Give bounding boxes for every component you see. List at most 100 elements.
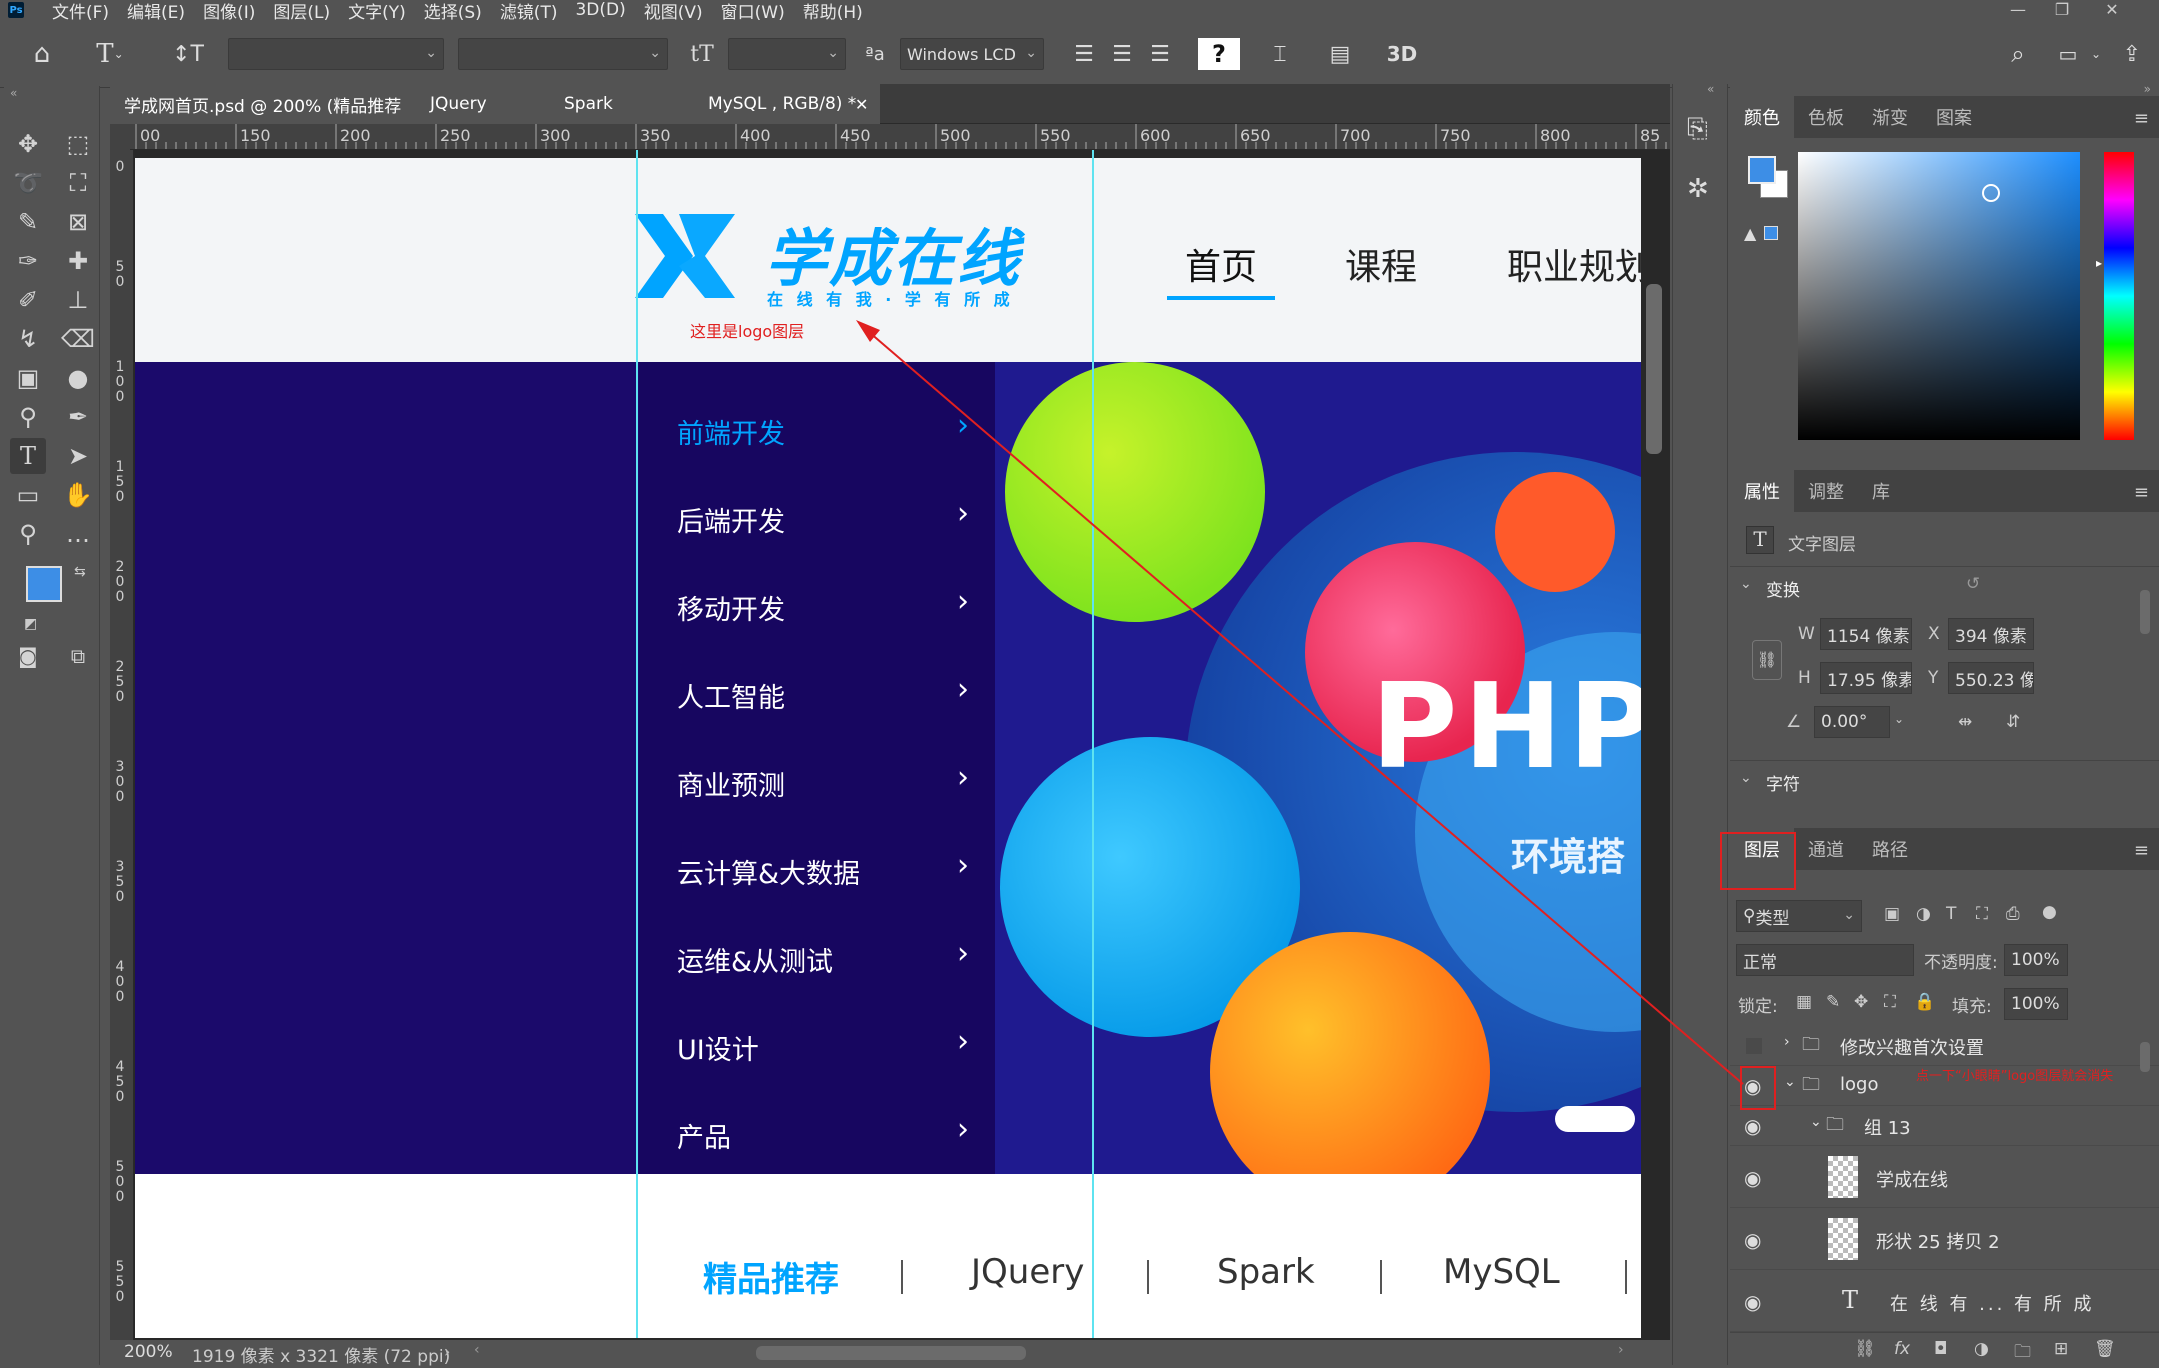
visibility-off-box[interactable] bbox=[1746, 1038, 1762, 1054]
layer-row[interactable]: › 🗀 修改兴趣首次设置 bbox=[1730, 1026, 2159, 1066]
tab-properties[interactable]: 属性 bbox=[1730, 470, 1794, 512]
lock-all-icon[interactable]: 🔒 bbox=[1914, 992, 1935, 1012]
category-item[interactable]: 前端开发 bbox=[677, 412, 785, 451]
eraser-tool-icon[interactable]: ⌫ bbox=[60, 321, 96, 357]
chevron-down-icon[interactable]: ⌄ bbox=[1784, 1074, 1796, 1090]
canvas[interactable]: 学成在线 在 线 有 我 · 学 有 所 成 这里是logo图层 首页 课程 职… bbox=[135, 158, 1641, 1338]
angle-field[interactable]: 0.00° bbox=[1814, 706, 1890, 738]
search-icon[interactable]: ⌕ bbox=[2000, 36, 2036, 72]
text-color-swatch[interactable]: ? bbox=[1198, 38, 1240, 70]
close-window-icon[interactable]: ✕ bbox=[2092, 0, 2132, 20]
delete-layer-icon[interactable]: 🗑 bbox=[2094, 1339, 2116, 1359]
category-item[interactable]: UI设计 bbox=[677, 1028, 759, 1067]
layer-row[interactable]: ◉ 学成在线 bbox=[1730, 1146, 2159, 1208]
menu-layer[interactable]: 图层(L) bbox=[273, 0, 330, 23]
tab-adjustments[interactable]: 调整 bbox=[1794, 470, 1858, 512]
blend-mode-select[interactable]: 正常 bbox=[1736, 944, 1914, 976]
filter-smart-object-icon[interactable]: ⎙ bbox=[2006, 904, 2020, 924]
fx-icon[interactable]: fx bbox=[1894, 1339, 1910, 1359]
category-item[interactable]: 人工智能 bbox=[677, 676, 785, 715]
swap-colors-icon[interactable]: ⇆ bbox=[74, 564, 86, 580]
status-chevron-icon[interactable]: › bbox=[444, 1342, 450, 1361]
chevron-down-icon[interactable]: ⌄ bbox=[1740, 576, 1752, 592]
brush-tool-icon[interactable]: ✐ bbox=[10, 282, 46, 318]
type-tool-preset-icon[interactable]: T ⌄ bbox=[86, 36, 134, 72]
object-select-tool-icon[interactable]: ⛶ bbox=[60, 165, 96, 201]
marquee-tool-icon[interactable]: ⬚ bbox=[60, 126, 96, 162]
quick-select-tool-icon[interactable]: ✎ bbox=[10, 204, 46, 240]
gradient-tool-icon[interactable]: ▣ bbox=[10, 360, 46, 396]
panel-menu-icon[interactable]: ≡ bbox=[2134, 108, 2149, 129]
layer-filter-select[interactable]: ⚲ 类型 ⌄ bbox=[1736, 900, 1862, 932]
flip-horizontal-icon[interactable]: ⇹ bbox=[1958, 712, 1972, 732]
layers-scrollbar[interactable] bbox=[2140, 1042, 2150, 1072]
nav-career[interactable]: 职业规划 bbox=[1507, 238, 1641, 290]
align-right-icon[interactable]: ☰ bbox=[1144, 36, 1176, 72]
stamp-tool-icon[interactable]: ⊥ bbox=[60, 282, 96, 318]
menu-3d[interactable]: 3D(D) bbox=[575, 0, 625, 20]
chevron-right-icon[interactable]: › bbox=[1784, 1034, 1790, 1050]
workspace-dropdown-icon[interactable]: ⌄ bbox=[2086, 36, 2106, 72]
eye-icon[interactable]: ◉ bbox=[1744, 1114, 1761, 1138]
panel-menu-icon[interactable]: ≡ bbox=[2134, 482, 2149, 503]
lock-transparent-icon[interactable]: ▦ bbox=[1796, 992, 1812, 1012]
subnav-featured[interactable]: 精品推荐 bbox=[703, 1252, 839, 1301]
filter-toggle-icon[interactable]: ● bbox=[2042, 902, 2057, 922]
type-tool-icon[interactable]: T bbox=[10, 438, 46, 474]
layer-row[interactable]: ◉ T 在 线 有 ... 有 所 成 bbox=[1730, 1270, 2159, 1332]
tab-patterns[interactable]: 图案 bbox=[1922, 96, 1986, 138]
chevron-down-icon[interactable]: ⌄ bbox=[1740, 770, 1752, 786]
angle-dropdown-icon[interactable]: ⌄ bbox=[1894, 712, 1904, 726]
tab-libraries[interactable]: 库 bbox=[1858, 470, 1904, 512]
menu-type[interactable]: 文字(Y) bbox=[348, 0, 406, 23]
tab-paths[interactable]: 路径 bbox=[1858, 828, 1922, 870]
color-picker-cursor[interactable] bbox=[1982, 184, 2000, 202]
menu-help[interactable]: 帮助(H) bbox=[803, 0, 863, 23]
layer-row[interactable]: ◉ ⌄ 🗀 logo 点一下“小眼睛”logo图层就会消失 bbox=[1730, 1066, 2159, 1106]
tab-swatches[interactable]: 色板 bbox=[1794, 96, 1858, 138]
flip-vertical-icon[interactable]: ⇵ bbox=[2006, 712, 2020, 732]
menu-image[interactable]: 图像(I) bbox=[203, 0, 255, 23]
history-brush-tool-icon[interactable]: ↯ bbox=[10, 321, 46, 357]
menu-filter[interactable]: 滤镜(T) bbox=[500, 0, 558, 23]
fill-field[interactable]: 100% bbox=[2004, 988, 2068, 1020]
width-field[interactable]: 1154 像素 bbox=[1820, 618, 1912, 650]
restore-icon[interactable]: ❐ bbox=[2042, 0, 2082, 20]
layer-row[interactable]: ◉ ⌄ 🗀 组 13 bbox=[1730, 1106, 2159, 1146]
3d-icon[interactable]: 3D bbox=[1384, 36, 1420, 72]
ruler-origin[interactable] bbox=[110, 124, 130, 150]
lock-artboard-icon[interactable]: ⛶ bbox=[1884, 992, 1896, 1012]
category-item[interactable]: 商业预测 bbox=[677, 764, 785, 803]
nav-home[interactable]: 首页 bbox=[1185, 238, 1257, 290]
filter-type-icon[interactable]: T bbox=[1946, 904, 1956, 924]
category-item[interactable]: 云计算&大数据 bbox=[677, 852, 860, 891]
color-field[interactable] bbox=[1798, 152, 2080, 440]
default-colors-icon[interactable]: ◩ bbox=[24, 616, 37, 632]
menu-view[interactable]: 视图(V) bbox=[644, 0, 703, 23]
panel-menu-icon[interactable]: ≡ bbox=[2134, 840, 2149, 861]
close-tab-icon[interactable]: ✕ bbox=[855, 95, 868, 114]
home-icon[interactable]: ⌂ bbox=[22, 36, 62, 72]
filter-pixel-icon[interactable]: ▣ bbox=[1884, 904, 1900, 924]
new-layer-icon[interactable]: ⊞ bbox=[2054, 1339, 2068, 1359]
tab-channels[interactable]: 通道 bbox=[1794, 828, 1858, 870]
guide-line[interactable] bbox=[1092, 150, 1094, 1338]
character-panel-icon[interactable]: ▤ bbox=[1320, 36, 1360, 72]
quick-mask-icon[interactable]: ◙ bbox=[10, 638, 46, 674]
menu-select[interactable]: 选择(S) bbox=[424, 0, 482, 23]
nav-courses[interactable]: 课程 bbox=[1345, 238, 1417, 290]
path-select-tool-icon[interactable]: ➤ bbox=[60, 438, 96, 474]
hue-slider-handle-icon[interactable]: ▸ bbox=[2096, 256, 2102, 270]
x-field[interactable]: 394 像素 bbox=[1948, 618, 2034, 650]
scroll-right-icon[interactable]: › bbox=[1618, 1342, 1624, 1358]
category-item[interactable]: 产品 bbox=[677, 1116, 731, 1155]
collapse-panels-icon[interactable]: » bbox=[2144, 82, 2151, 96]
crop-tool-icon[interactable]: ⊠ bbox=[60, 204, 96, 240]
tab-color[interactable]: 颜色 bbox=[1730, 96, 1794, 138]
lock-position-icon[interactable]: ✥ bbox=[1854, 992, 1868, 1012]
healing-brush-tool-icon[interactable]: ✚ bbox=[60, 243, 96, 279]
lasso-tool-icon[interactable]: ➰ bbox=[10, 165, 46, 201]
vertical-scrollbar-thumb[interactable] bbox=[1646, 284, 1662, 454]
collapse-tools-icon[interactable]: « bbox=[10, 86, 17, 100]
rectangle-tool-icon[interactable]: ▭ bbox=[10, 477, 46, 513]
